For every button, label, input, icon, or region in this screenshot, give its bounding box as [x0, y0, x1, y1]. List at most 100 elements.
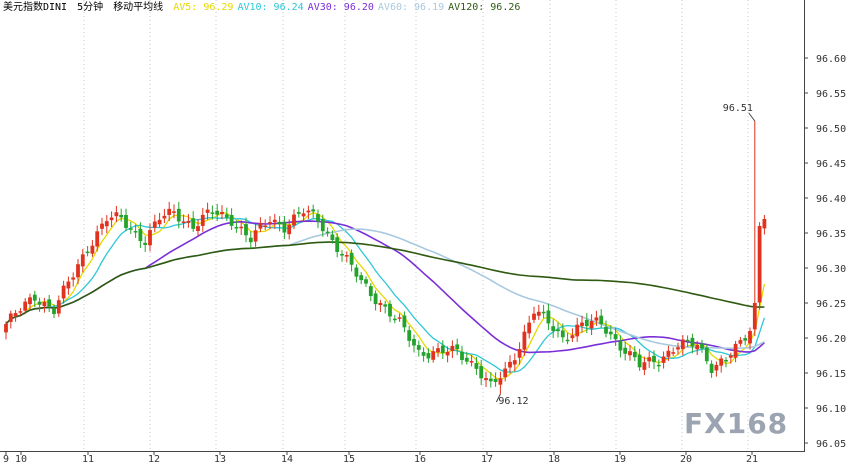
candle-body — [224, 214, 229, 218]
candle-body — [656, 364, 661, 367]
x-tick-label: 12 — [148, 454, 160, 463]
candle-body — [469, 361, 474, 363]
candle-body — [460, 351, 464, 360]
candle-body — [167, 208, 172, 215]
candle-body — [85, 251, 90, 254]
plot-area — [0, 0, 804, 451]
candle-body — [551, 326, 556, 331]
candle-body — [200, 214, 205, 226]
x-tick-label: 13 — [214, 454, 226, 463]
candle-body — [402, 315, 407, 328]
candle-body — [589, 320, 594, 329]
candle-body — [613, 334, 618, 340]
candle-body — [95, 231, 100, 247]
candle-body — [306, 210, 311, 213]
y-tick-label: 96.10 — [816, 404, 846, 415]
candle-body — [272, 219, 277, 223]
candle-body — [56, 300, 61, 314]
candle-body — [119, 214, 124, 218]
candle-body — [700, 343, 704, 349]
legend-period: 5分钟 — [77, 2, 104, 13]
candle-body — [138, 228, 143, 242]
candle-body — [517, 349, 522, 358]
candle-body — [268, 222, 272, 224]
candle-body — [277, 221, 282, 225]
candle-body — [608, 331, 613, 335]
candle-body — [426, 353, 431, 359]
y-tick-label: 96.60 — [816, 54, 846, 65]
legend-item-av5: AV5: 96.29 — [173, 2, 234, 13]
candle-body — [157, 219, 162, 225]
candle-body — [191, 218, 196, 229]
y-tick-label: 96.30 — [816, 264, 846, 275]
candle-body — [565, 339, 570, 342]
candle-body — [215, 210, 220, 215]
candle-body — [258, 223, 263, 229]
y-tick-label: 96.35 — [816, 229, 846, 240]
y-tick-label: 96.20 — [816, 334, 846, 345]
candle-body — [42, 302, 47, 306]
candle-body — [431, 351, 436, 360]
candle-body — [392, 318, 397, 321]
candle-body — [383, 304, 388, 307]
candle-body — [344, 255, 349, 257]
candle-body — [479, 366, 484, 379]
candle-body — [676, 347, 680, 350]
y-tick-label: 96.50 — [816, 124, 846, 135]
candle-body — [474, 363, 479, 369]
legend-item-av60: AV60: 96.19 — [377, 2, 445, 13]
candle-body — [152, 221, 157, 228]
candle-body — [325, 231, 330, 234]
candle-body — [61, 285, 66, 299]
candle-body — [445, 351, 450, 356]
y-tick-label: 96.40 — [816, 194, 846, 205]
candle-body — [652, 355, 656, 363]
candle-body — [628, 351, 632, 356]
candle-body — [503, 368, 508, 378]
candle-body — [66, 281, 71, 289]
candle-body — [752, 303, 757, 330]
candle-body — [76, 264, 80, 278]
candle-body — [724, 360, 728, 362]
candle-body — [762, 219, 767, 229]
candle-body — [661, 356, 666, 363]
candle-body — [484, 378, 488, 381]
candle-body — [647, 357, 652, 362]
candle-body — [320, 219, 325, 232]
candle-body — [287, 224, 292, 235]
candle-body — [13, 313, 18, 317]
candle-body — [124, 214, 128, 228]
candle-body — [253, 230, 258, 242]
candle-body — [695, 344, 700, 350]
x-tick-label: 11 — [82, 454, 94, 463]
candle-body — [508, 361, 512, 368]
candle-body — [114, 212, 119, 217]
candle-body — [704, 347, 709, 362]
candle-body — [536, 311, 541, 316]
price-chart: 96.51 96.12 96.05 96.10 96.15 96.20 96.25 96.3… — [0, 0, 846, 463]
candle-body — [412, 338, 416, 346]
candle-body — [176, 208, 181, 222]
candle-body — [671, 352, 676, 354]
candle-body — [335, 237, 340, 253]
candle-body — [32, 294, 37, 301]
candle-body — [416, 345, 421, 350]
candle-body — [234, 227, 239, 229]
candle-body — [90, 245, 95, 254]
y-tick-label: 96.45 — [816, 159, 846, 170]
candle-body — [71, 277, 76, 280]
x-tick-label: 19 — [614, 454, 626, 463]
candle-body — [527, 322, 532, 334]
x-tick-label: 17 — [481, 454, 493, 463]
candle-body — [738, 340, 743, 344]
low-annotation: 96.12 — [498, 396, 528, 407]
candle-body — [680, 339, 685, 350]
candle-body — [47, 299, 52, 307]
candle-body — [757, 226, 762, 303]
candle-body — [8, 313, 13, 322]
candle-body — [714, 364, 719, 371]
candle-body — [493, 378, 498, 382]
candle-body — [599, 315, 604, 325]
candle-body — [196, 226, 200, 232]
candle-body — [239, 226, 244, 229]
